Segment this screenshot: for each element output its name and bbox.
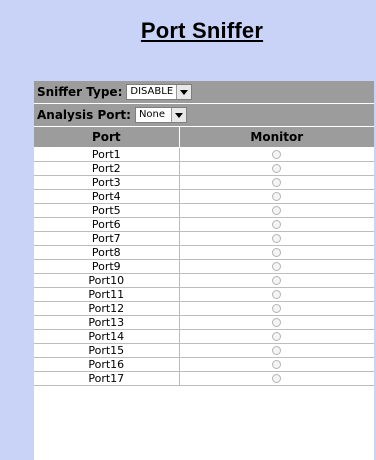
table-row: Port8 xyxy=(34,246,374,260)
monitor-cell xyxy=(180,344,374,357)
monitor-radio[interactable] xyxy=(272,164,282,173)
monitor-cell xyxy=(180,218,374,231)
port-name-cell: Port2 xyxy=(34,162,180,175)
monitor-radio[interactable] xyxy=(272,332,282,341)
sniffer-type-label: Sniffer Type: xyxy=(37,85,123,99)
monitor-radio[interactable] xyxy=(272,192,282,201)
monitor-radio[interactable] xyxy=(272,304,282,313)
port-name-cell: Port8 xyxy=(34,246,180,259)
table-row: Port16 xyxy=(34,358,374,372)
sniffer-type-row: Sniffer Type: DISABLE xyxy=(34,81,374,104)
table-row: Port13 xyxy=(34,316,374,330)
sniffer-type-value: DISABLE xyxy=(130,86,174,97)
port-name-cell: Port14 xyxy=(34,330,180,343)
table-row: Port7 xyxy=(34,232,374,246)
table-row: Port17 xyxy=(34,372,374,386)
monitor-cell xyxy=(180,260,374,273)
monitor-cell xyxy=(180,190,374,203)
table-row: Port6 xyxy=(34,218,374,232)
page-title: Port Sniffer xyxy=(140,18,264,43)
table-row: Port15 xyxy=(34,344,374,358)
port-name-cell: Port7 xyxy=(34,232,180,245)
chevron-down-icon[interactable] xyxy=(176,85,192,99)
table-row: Port1 xyxy=(34,148,374,162)
port-name-cell: Port11 xyxy=(34,288,180,301)
monitor-cell xyxy=(180,246,374,259)
monitor-cell xyxy=(180,148,374,161)
port-name-cell: Port17 xyxy=(34,372,180,385)
port-name-cell: Port5 xyxy=(34,204,180,217)
monitor-radio[interactable] xyxy=(272,206,282,215)
port-name-cell: Port13 xyxy=(34,316,180,329)
port-name-cell: Port6 xyxy=(34,218,180,231)
port-list: Port1 Port2 Port3 Port4 Port5 Port6 Port7 Port8… xyxy=(34,148,374,386)
monitor-cell xyxy=(180,162,374,175)
monitor-radio[interactable] xyxy=(272,262,282,271)
monitor-cell xyxy=(180,330,374,343)
monitor-radio[interactable] xyxy=(272,220,282,229)
port-name-cell: Port3 xyxy=(34,176,180,189)
monitor-cell xyxy=(180,372,374,385)
sniffer-type-select[interactable]: DISABLE xyxy=(126,84,193,100)
monitor-cell xyxy=(180,204,374,217)
port-name-cell: Port9 xyxy=(34,260,180,273)
table-row: Port14 xyxy=(34,330,374,344)
table-row: Port4 xyxy=(34,190,374,204)
table-row: Port3 xyxy=(34,176,374,190)
monitor-cell xyxy=(180,288,374,301)
port-name-cell: Port15 xyxy=(34,344,180,357)
table-row: Port2 xyxy=(34,162,374,176)
analysis-port-select[interactable]: None xyxy=(134,107,187,123)
monitor-column-header: Monitor xyxy=(250,130,304,144)
monitor-radio[interactable] xyxy=(272,290,282,299)
port-name-cell: Port10 xyxy=(34,274,180,287)
port-name-cell: Port4 xyxy=(34,190,180,203)
analysis-port-row: Analysis Port: None xyxy=(34,104,374,127)
monitor-radio[interactable] xyxy=(272,178,282,187)
table-row: Port5 xyxy=(34,204,374,218)
monitor-radio[interactable] xyxy=(272,374,282,383)
monitor-cell xyxy=(180,302,374,315)
sniffer-panel: Sniffer Type: DISABLE Analysis Port: Non… xyxy=(34,81,374,460)
monitor-radio[interactable] xyxy=(272,346,282,355)
monitor-radio[interactable] xyxy=(272,360,282,369)
monitor-cell xyxy=(180,358,374,371)
port-name-cell: Port12 xyxy=(34,302,180,315)
monitor-cell xyxy=(180,316,374,329)
analysis-port-label: Analysis Port: xyxy=(37,108,131,122)
table-header: Port Monitor xyxy=(34,127,374,148)
table-row: Port11 xyxy=(34,288,374,302)
monitor-cell xyxy=(180,274,374,287)
table-row: Port12 xyxy=(34,302,374,316)
port-name-cell: Port1 xyxy=(34,148,180,161)
table-row: Port10 xyxy=(34,274,374,288)
analysis-port-value: None xyxy=(138,109,166,120)
monitor-radio[interactable] xyxy=(272,318,282,327)
page-container: Port Sniffer Sniffer Type: DISABLE Analy… xyxy=(28,0,376,460)
chevron-down-icon[interactable] xyxy=(170,108,186,122)
table-row: Port9 xyxy=(34,260,374,274)
monitor-radio[interactable] xyxy=(272,276,282,285)
monitor-radio[interactable] xyxy=(272,248,282,257)
monitor-cell xyxy=(180,176,374,189)
port-column-header: Port xyxy=(34,127,180,147)
monitor-cell xyxy=(180,232,374,245)
port-name-cell: Port16 xyxy=(34,358,180,371)
monitor-radio[interactable] xyxy=(272,150,282,159)
monitor-radio[interactable] xyxy=(272,234,282,243)
